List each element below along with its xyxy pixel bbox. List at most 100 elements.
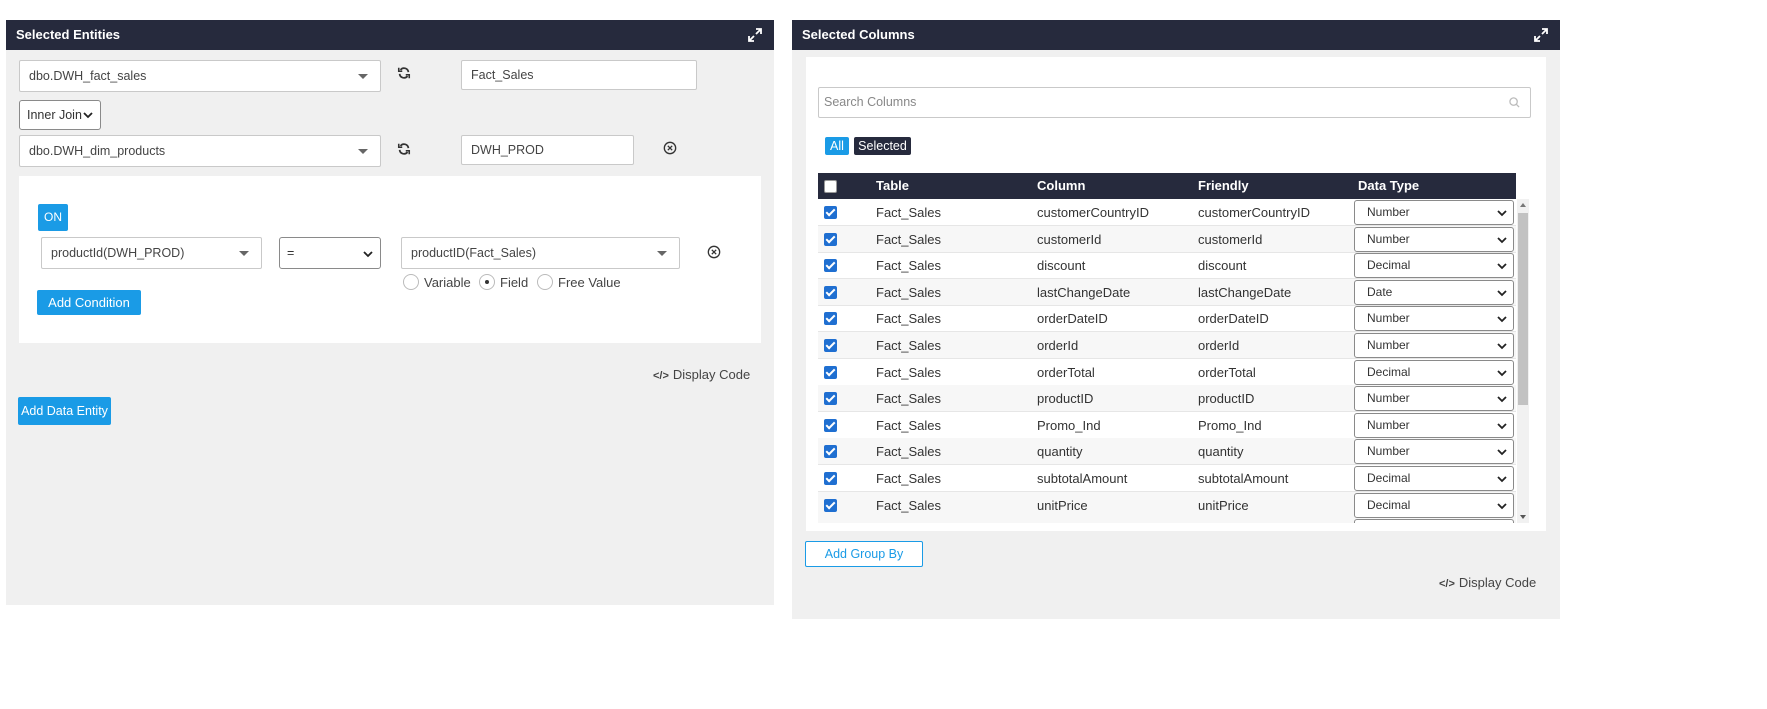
chevron-down-icon bbox=[239, 251, 249, 256]
table-scrollbar[interactable] bbox=[1517, 199, 1529, 523]
panel-title: Selected Entities bbox=[16, 27, 121, 42]
search-icon bbox=[1509, 97, 1520, 108]
columns-table-header: Table Column Friendly Data Type bbox=[818, 173, 1516, 199]
row-checkbox[interactable] bbox=[824, 365, 837, 379]
cell-table: Fact_Sales bbox=[876, 444, 942, 460]
left-field-value: productId(DWH_PROD) bbox=[51, 246, 185, 260]
refresh-icon[interactable] bbox=[397, 142, 411, 156]
add-data-entity-label: Add Data Entity bbox=[21, 404, 108, 418]
chevron-down-icon bbox=[1497, 343, 1507, 350]
cell-table: Fact_Sales bbox=[876, 231, 942, 247]
right-field-select[interactable]: productID(Fact_Sales) bbox=[401, 237, 680, 269]
chevron-down-icon bbox=[358, 74, 368, 79]
data-type-select[interactable]: Number bbox=[1354, 226, 1514, 252]
data-type-value: Decimal bbox=[1367, 364, 1411, 379]
table-row: Fact_Sales discount discount Decimal bbox=[818, 252, 1516, 280]
radio-variable-label: Variable bbox=[424, 275, 471, 290]
table-row: Fact_Sales orderTotal orderTotal Decimal bbox=[818, 359, 1516, 386]
display-code-link[interactable]: </> Display Code bbox=[1439, 575, 1536, 590]
data-type-value: Decimal bbox=[1367, 471, 1411, 485]
row-checkbox[interactable] bbox=[824, 285, 837, 299]
radio-field-label: Field bbox=[500, 275, 529, 290]
header-table: Table bbox=[876, 178, 909, 193]
add-group-by-button[interactable]: Add Group By bbox=[805, 541, 923, 567]
refresh-icon[interactable] bbox=[397, 66, 411, 80]
filter-all-button[interactable]: All bbox=[825, 137, 849, 155]
row-checkbox[interactable] bbox=[824, 339, 837, 352]
cell-column: orderDateID bbox=[1037, 311, 1108, 327]
data-type-select[interactable] bbox=[1354, 519, 1514, 523]
filter-selected-button[interactable]: Selected bbox=[854, 137, 911, 155]
entity-source-select-2[interactable]: dbo.DWH_dim_products bbox=[19, 135, 381, 167]
row-checkbox[interactable] bbox=[824, 259, 837, 273]
data-type-select[interactable]: Number bbox=[1354, 386, 1514, 412]
entity-alias-input-2[interactable]: DWH_PROD bbox=[461, 135, 634, 165]
data-type-select[interactable]: Decimal bbox=[1354, 359, 1514, 385]
data-type-select[interactable]: Number bbox=[1354, 439, 1514, 465]
row-checkbox[interactable] bbox=[824, 418, 837, 432]
data-type-value: Number bbox=[1367, 391, 1410, 406]
columns-box: Search Columns All Selected Table Column… bbox=[806, 57, 1546, 531]
table-row: Fact_Sales customerCountryID customerCount… bbox=[818, 199, 1516, 226]
cell-friendly: quantity bbox=[1198, 444, 1244, 460]
search-columns-input[interactable]: Search Columns bbox=[818, 87, 1531, 118]
join-condition-box: ON productId(DWH_PROD) = productID(Fact_… bbox=[19, 176, 761, 343]
data-type-select[interactable]: Number bbox=[1354, 412, 1514, 438]
cell-friendly: discount bbox=[1198, 258, 1247, 274]
row-checkbox[interactable] bbox=[824, 498, 837, 512]
data-type-select[interactable]: Number bbox=[1354, 333, 1514, 358]
entity-alias-input-1[interactable]: Fact_Sales bbox=[461, 60, 697, 90]
chevron-down-icon bbox=[1497, 316, 1507, 323]
chevron-down-icon bbox=[358, 149, 368, 154]
table-row: Fact_Sales subtotalAmount subtotalAmount De… bbox=[818, 465, 1516, 492]
filter-selected-label: Selected bbox=[858, 139, 907, 153]
radio-free-value[interactable] bbox=[537, 274, 553, 290]
row-checkbox[interactable] bbox=[824, 312, 837, 326]
join-type-select[interactable]: Inner Join bbox=[19, 100, 101, 130]
remove-condition-icon[interactable] bbox=[707, 245, 721, 259]
operator-select[interactable]: = bbox=[279, 237, 381, 269]
row-checkbox[interactable] bbox=[824, 472, 837, 485]
operator-value: = bbox=[287, 246, 295, 260]
left-field-select[interactable]: productId(DWH_PROD) bbox=[41, 237, 262, 269]
table-row: Fact_Sales unitPrice unitPrice Decimal bbox=[818, 491, 1516, 519]
entity-source-value: dbo.DWH_fact_sales bbox=[29, 69, 147, 83]
scroll-up-arrow[interactable] bbox=[1520, 203, 1526, 207]
cell-friendly: subtotalAmount bbox=[1198, 471, 1289, 486]
radio-variable[interactable] bbox=[403, 274, 419, 290]
columns-table-body: Fact_Sales customerCountryID customerCount… bbox=[818, 199, 1516, 523]
table-row: Fact_Sales Promo_Ind Promo_Ind Number bbox=[818, 412, 1516, 439]
scroll-thumb[interactable] bbox=[1518, 213, 1528, 405]
data-type-select[interactable]: Number bbox=[1354, 200, 1514, 225]
display-code-link[interactable]: </> Display Code bbox=[653, 367, 750, 382]
data-type-select[interactable]: Decimal bbox=[1354, 253, 1514, 279]
data-type-select[interactable]: Decimal bbox=[1354, 466, 1514, 491]
chevron-down-icon bbox=[1497, 476, 1507, 483]
row-checkbox[interactable] bbox=[824, 392, 837, 406]
cell-column: customerCountryID bbox=[1037, 205, 1149, 220]
row-checkbox[interactable] bbox=[824, 206, 837, 219]
add-data-entity-button[interactable]: Add Data Entity bbox=[18, 397, 111, 425]
panel-header: Selected Entities bbox=[6, 20, 774, 50]
radio-field[interactable] bbox=[479, 274, 495, 290]
select-all-checkbox[interactable] bbox=[824, 180, 837, 193]
data-type-select[interactable]: Date bbox=[1354, 279, 1514, 305]
cell-friendly: orderDateID bbox=[1198, 311, 1269, 327]
table-row-partial bbox=[818, 518, 1516, 523]
cell-column: customerId bbox=[1037, 231, 1102, 247]
entity-source-select-1[interactable]: dbo.DWH_fact_sales bbox=[19, 60, 381, 92]
row-checkbox[interactable] bbox=[824, 445, 837, 459]
scroll-down-arrow[interactable] bbox=[1520, 515, 1526, 519]
data-type-value: Number bbox=[1367, 417, 1410, 432]
data-type-value: Number bbox=[1367, 311, 1410, 326]
expand-icon[interactable] bbox=[748, 28, 762, 42]
add-condition-button[interactable]: Add Condition bbox=[37, 290, 141, 315]
data-type-select[interactable]: Decimal bbox=[1354, 492, 1514, 518]
row-checkbox[interactable] bbox=[824, 232, 837, 246]
data-type-select[interactable]: Number bbox=[1354, 306, 1514, 332]
cell-friendly: lastChangeDate bbox=[1198, 284, 1292, 300]
remove-entity-icon[interactable] bbox=[663, 141, 677, 155]
data-type-value: Number bbox=[1367, 338, 1410, 352]
add-condition-label: Add Condition bbox=[48, 295, 130, 310]
expand-icon[interactable] bbox=[1534, 28, 1548, 42]
